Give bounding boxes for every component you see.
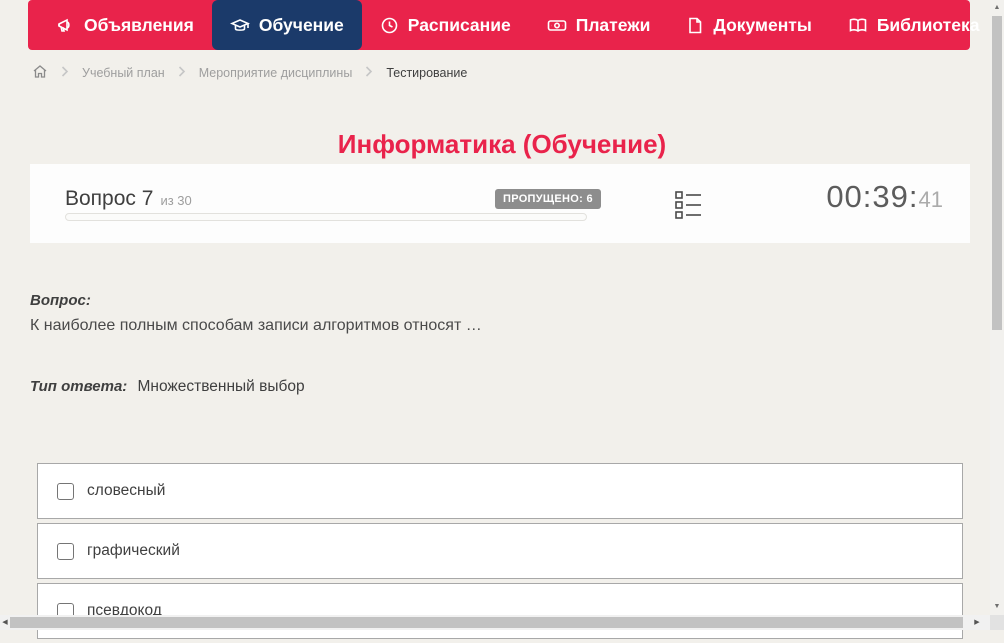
nav-item-announcements[interactable]: Объявления	[38, 0, 212, 50]
scroll-left-arrow-icon[interactable]: ◀	[0, 615, 10, 630]
scroll-right-arrow-icon[interactable]: ▶	[972, 615, 982, 630]
horizontal-scrollbar-thumb[interactable]	[10, 617, 963, 628]
breadcrumb-item-curriculum[interactable]: Учебный план	[82, 66, 165, 80]
megaphone-icon	[56, 16, 75, 35]
answer-option-graphic[interactable]: графический	[37, 523, 963, 579]
page-title: Информатика (Обучение)	[0, 129, 1004, 160]
breadcrumb-separator-icon	[178, 66, 186, 80]
scroll-down-arrow-icon[interactable]: ▼	[990, 600, 1004, 614]
nav-item-schedule[interactable]: Расписание	[362, 0, 529, 50]
breadcrumb-item-testing: Тестирование	[386, 66, 467, 80]
timer-seconds: 41	[919, 187, 943, 212]
nav-item-label: Расписание	[408, 15, 511, 36]
question-number: Вопрос 7	[65, 187, 153, 210]
horizontal-scrollbar[interactable]: ◀ ▶	[0, 615, 990, 630]
clock-icon	[380, 16, 399, 35]
breadcrumb-item-discipline-event[interactable]: Мероприятие дисциплины	[199, 66, 353, 80]
nav-item-label: Документы	[713, 15, 811, 36]
home-icon[interactable]	[32, 64, 48, 82]
nav-item-label: Библиотека	[877, 15, 980, 36]
scroll-up-arrow-icon[interactable]: ▲	[990, 1, 1004, 15]
progress-bar	[65, 213, 587, 221]
answer-checkbox[interactable]	[57, 543, 74, 560]
answer-type-label: Тип ответа:	[30, 378, 127, 395]
question-text: К наиболее полным способам записи алгори…	[30, 317, 482, 335]
nav-item-label: Объявления	[84, 15, 194, 36]
skipped-badge: ПРОПУЩЕНО: 6	[495, 189, 601, 209]
breadcrumb-separator-icon	[365, 66, 373, 80]
nav-item-training[interactable]: Обучение	[212, 0, 362, 50]
question-list-icon	[675, 207, 702, 224]
nav-item-library[interactable]: Библиотека	[830, 0, 1004, 50]
question-total: из 30	[160, 193, 191, 208]
answer-option-label: графический	[87, 542, 180, 560]
answer-checkbox[interactable]	[57, 483, 74, 500]
vertical-scrollbar-thumb[interactable]	[992, 16, 1002, 330]
answer-type-value: Множественный выбор	[137, 378, 304, 395]
question-counter: Вопрос 7 из 30	[65, 187, 192, 211]
question-heading: Вопрос:	[30, 292, 91, 309]
answer-option-label: словесный	[87, 482, 165, 500]
graduation-cap-icon	[230, 16, 250, 35]
nav-item-payments[interactable]: Платежи	[529, 0, 669, 50]
answer-option-pseudocode[interactable]: псевдокод	[37, 583, 963, 639]
breadcrumb-separator-icon	[61, 66, 69, 80]
scrollbar-corner	[990, 615, 1004, 630]
question-list-button[interactable]	[675, 190, 702, 225]
nav-item-label: Платежи	[576, 15, 651, 36]
nav-item-documents[interactable]: Документы	[668, 0, 829, 50]
timer: 00:39:41	[723, 179, 943, 215]
answer-type: Тип ответа: Множественный выбор	[30, 378, 305, 396]
breadcrumb: Учебный план Мероприятие дисциплины Тест…	[32, 62, 467, 84]
main-navbar: Объявления Обучение Расписание Платежи	[28, 0, 970, 50]
document-icon	[686, 16, 704, 35]
answer-option-verbal[interactable]: словесный	[37, 463, 963, 519]
nav-item-label: Обучение	[259, 15, 344, 36]
quiz-header-card: Вопрос 7 из 30 ПРОПУЩЕНО: 6 00:39:41	[30, 164, 970, 243]
timer-hhmm: 00:39:	[826, 179, 918, 214]
book-icon	[848, 16, 868, 35]
vertical-scrollbar[interactable]: ▲ ▼	[990, 0, 1004, 615]
banknote-icon	[547, 16, 567, 35]
